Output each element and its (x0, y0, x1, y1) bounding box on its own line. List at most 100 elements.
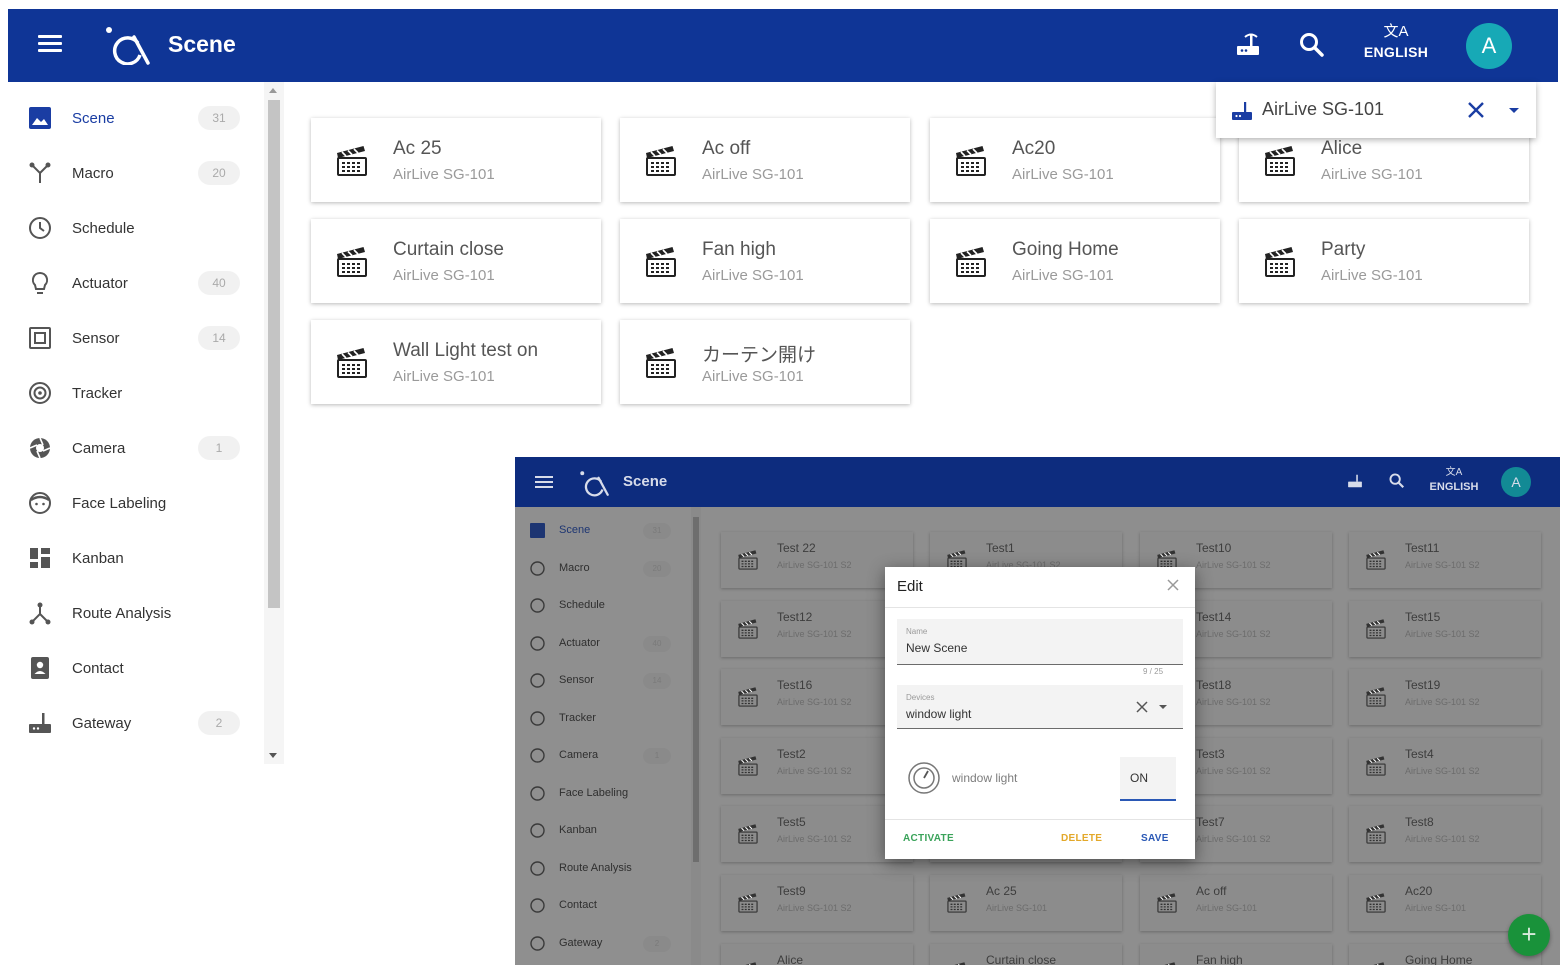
sidebar-item-contact[interactable]: Contact (8, 643, 264, 693)
scene-card-title: カーテン開け (702, 345, 817, 366)
scene-card[interactable]: Test19 AirLive SG-101 S2 (1349, 669, 1541, 726)
inset-sidebar-item-gateway[interactable]: Gateway 2 (515, 925, 691, 962)
count-badge: 1 (643, 748, 671, 764)
inset-sidebar-item-kanban[interactable]: Kanban (515, 812, 691, 849)
scene-card[interactable]: Curtain closeAirLive SG-101 (311, 219, 601, 303)
search-icon[interactable] (1296, 29, 1328, 61)
scrollbar-thumb[interactable] (693, 517, 699, 862)
close-icon[interactable] (1464, 98, 1488, 122)
edit-dialog: Edit Name New Scene 9 / 25 Devices windo… (885, 567, 1195, 859)
scene-card-gateway: AirLive SG-101 S2 (1196, 628, 1271, 639)
avatar[interactable]: A (1466, 23, 1512, 69)
inset-sidebar-item-face-labeling[interactable]: Face Labeling (515, 775, 691, 812)
sidebar-item-label: Gateway (72, 714, 132, 732)
scene-card[interactable]: Fan highAirLive SG-101 (1140, 943, 1332, 965)
scene-card[interactable]: Test9 AirLive SG-101 S2 (721, 875, 913, 931)
scene-card[interactable]: Ac 25 AirLive SG-101 (311, 118, 601, 202)
clapperboard-icon (738, 550, 758, 570)
inset-sidebar-item-camera[interactable]: Camera 1 (515, 737, 691, 774)
inset-sidebar-item-tracker[interactable]: Tracker (515, 700, 691, 737)
language-button[interactable]: 文A ENGLISH (1358, 23, 1434, 69)
devices-select[interactable]: Devices window light (897, 685, 1183, 729)
language-button[interactable]: 文A ENGLISH (1427, 467, 1481, 495)
inset-sidebar-item-contact[interactable]: Contact (515, 887, 691, 924)
scene-card[interactable]: Ac20 AirLive SG-101 (930, 118, 1220, 202)
scene-card[interactable]: Ac off AirLive SG-101 (620, 118, 910, 202)
clapperboard-icon (1157, 893, 1177, 913)
chevron-down-icon[interactable] (1157, 701, 1169, 713)
inset-sidebar-item-actuator[interactable]: Actuator 40 (515, 625, 691, 662)
sidebar-item-label: Gateway (559, 936, 603, 949)
sidebar-scrollbar[interactable] (264, 82, 284, 764)
scroll-down-icon[interactable] (269, 753, 277, 758)
menu-icon[interactable] (535, 473, 553, 491)
name-field-value: New Scene (906, 641, 968, 655)
inset-sidebar-item-route-analysis[interactable]: Route Analysis (515, 850, 691, 887)
sidebar-item-tracker[interactable]: Tracker (8, 368, 264, 418)
add-scene-button[interactable]: + (1508, 914, 1550, 956)
sidebar-item-label: Schedule (72, 219, 135, 237)
scene-card-gateway: AirLive SG-101 (1012, 166, 1114, 183)
count-badge: 20 (198, 161, 240, 185)
close-icon[interactable] (1135, 700, 1149, 714)
scene-card[interactable]: Test8 AirLive SG-101 S2 (1349, 806, 1541, 863)
gateway-router-icon[interactable] (1345, 471, 1365, 491)
scene-card[interactable]: Test11 AirLive SG-101 S2 (1349, 532, 1541, 588)
gateway-select[interactable]: AirLive SG-101 (1216, 82, 1536, 138)
scene-card[interactable]: AliceAirLive SG-101 (721, 943, 913, 965)
sidebar-item-actuator[interactable]: Actuator 40 (8, 258, 264, 308)
scene-card-gateway: AirLive SG-101 S2 (1405, 628, 1480, 639)
sidebar-item-sensor[interactable]: Sensor 14 (8, 313, 264, 363)
scene-card[interactable]: Party AirLive SG-101 (1239, 219, 1529, 303)
inset-sidebar-item-sensor[interactable]: Sensor 14 (515, 662, 691, 699)
avatar[interactable]: A (1501, 467, 1531, 497)
count-badge: 20 (643, 560, 671, 577)
sidebar-item-route-analysis[interactable]: Route Analysis (8, 588, 264, 638)
scene-card[interactable]: Test15 AirLive SG-101 S2 (1349, 600, 1541, 657)
sidebar-item-scene[interactable]: Scene 31 (8, 93, 264, 143)
scene-card[interactable]: Ac 25 AirLive SG-101 (930, 875, 1122, 931)
device-name: window light (952, 771, 1018, 785)
devices-field-label: Devices (906, 693, 935, 702)
scene-card-gateway: AirLive SG-101 (1405, 903, 1467, 913)
sidebar-item-schedule[interactable]: Schedule (8, 203, 264, 253)
scene-logo-icon (106, 27, 150, 65)
scene-card[interactable]: Curtain closeAirLive SG-101 (930, 943, 1122, 965)
gateway-router-icon[interactable] (1232, 29, 1264, 61)
sidebar-item-gateway[interactable]: Gateway 2 (8, 698, 264, 748)
sidebar-item-label: Scene (72, 109, 115, 127)
sidebar-item-kanban[interactable]: Kanban (8, 533, 264, 583)
tracker-icon (530, 710, 545, 726)
chevron-down-icon[interactable] (1502, 98, 1526, 122)
sidebar-item-camera[interactable]: Camera 1 (8, 423, 264, 473)
scene-card[interactable]: Wall Light test on AirLive SG-101 (311, 320, 601, 404)
scene-card[interactable]: Going Home AirLive SG-101 (930, 219, 1220, 303)
name-field[interactable]: Name New Scene (897, 619, 1183, 665)
scene-card[interactable]: カーテン開け AirLive SG-101 (620, 320, 910, 404)
bulb-icon (31, 271, 49, 294)
menu-icon[interactable] (36, 31, 64, 59)
scrollbar-thumb[interactable] (268, 100, 280, 608)
inset-sidebar-item-scene[interactable]: Scene 31 (515, 512, 691, 549)
scene-card-title: Test3 (1196, 746, 1225, 761)
close-icon[interactable] (1165, 577, 1181, 593)
activate-button[interactable]: ACTIVATE (903, 833, 954, 844)
search-icon[interactable] (1387, 471, 1407, 491)
inset-sidebar-item-macro[interactable]: Macro 20 (515, 550, 691, 587)
sidebar-item-face-labeling[interactable]: Face Labeling (8, 478, 264, 528)
scroll-up-icon[interactable] (269, 88, 277, 93)
scene-card[interactable]: Fan highAirLive SG-101 (620, 219, 910, 303)
inset-sidebar-item-schedule[interactable]: Schedule (515, 587, 691, 624)
scene-card[interactable]: Ac off AirLive SG-101 (1140, 875, 1332, 931)
sidebar-item-label: Face Labeling (72, 494, 167, 512)
save-button[interactable]: SAVE (1141, 833, 1169, 844)
scene-card-gateway: AirLive SG-101 S2 (1405, 765, 1480, 776)
scene-card[interactable]: Test4 AirLive SG-101 S2 (1349, 737, 1541, 794)
inset-sidebar-scrollbar[interactable] (691, 507, 701, 965)
delete-button[interactable]: DELETE (1061, 833, 1102, 844)
face-icon (530, 785, 545, 801)
sensor-icon (530, 673, 545, 688)
device-state-select[interactable]: ON (1120, 757, 1176, 801)
sidebar-item-macro[interactable]: Macro 20 (8, 148, 264, 198)
gateway-router-icon (1232, 102, 1252, 120)
